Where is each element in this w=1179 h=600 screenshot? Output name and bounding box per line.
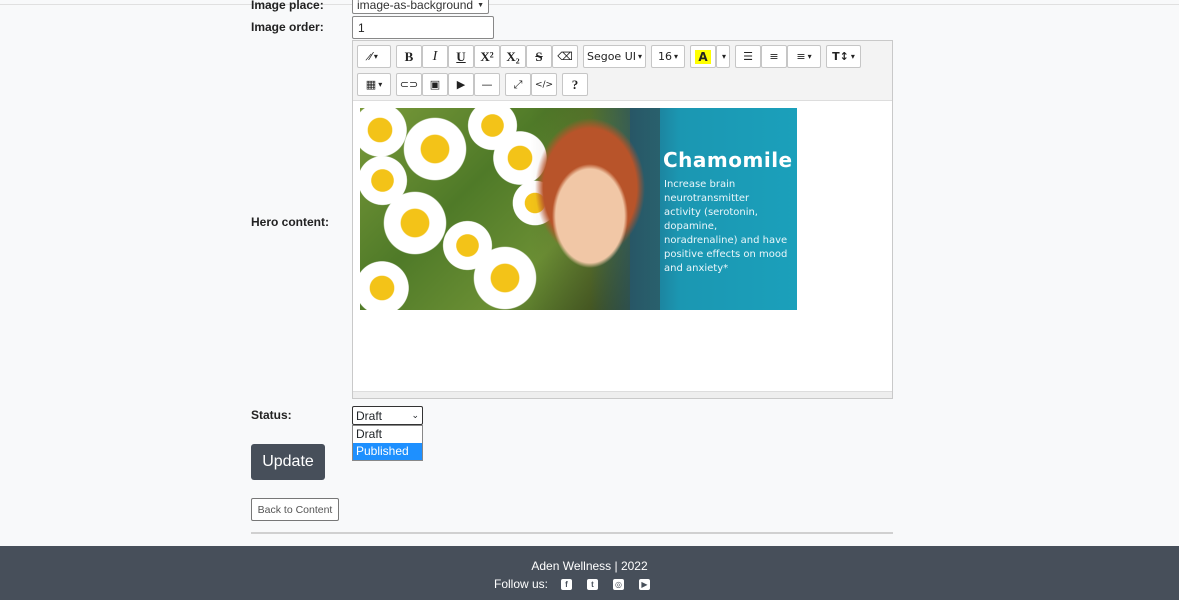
twitter-icon[interactable]: t (587, 579, 598, 590)
editor-toolbar: ⁄̷ B I U X² X₂ S ⌫ Segoe UI 16 A ☰ ≡ ≡ T… (353, 41, 892, 101)
youtube-icon[interactable]: ▶ (639, 579, 650, 590)
image-place-select[interactable]: image-as-background ▼ (352, 0, 489, 14)
line-height-icon: T↕ (832, 50, 849, 63)
highlight-color-button[interactable]: A (690, 45, 716, 68)
magic-wand-icon: ⁄̷ (370, 50, 372, 63)
highlight-icon: A (695, 49, 711, 64)
woman-portrait-graphic (530, 108, 660, 310)
image-icon: ▣ (429, 78, 441, 91)
font-family-dropdown[interactable]: Segoe UI (583, 45, 646, 68)
status-value: Draft (356, 408, 383, 423)
hero-content-label: Hero content: (251, 215, 329, 229)
fullscreen-icon: ⤢ (513, 77, 523, 91)
status-select[interactable]: Draft ⌄ (352, 406, 423, 425)
update-button[interactable]: Update (251, 444, 325, 480)
table-icon: ▦ (365, 78, 377, 91)
numbered-list-button[interactable]: ≡ (761, 45, 787, 68)
editor-content-area[interactable]: Chamomile Increase brain neurotransmitte… (353, 102, 892, 392)
status-option-published[interactable]: Published (353, 443, 422, 460)
editor-resize-bar[interactable] (353, 391, 892, 398)
rich-text-editor: ⁄̷ B I U X² X₂ S ⌫ Segoe UI 16 A ☰ ≡ ≡ T… (352, 40, 893, 399)
magic-wand-style-button[interactable]: ⁄̷ (357, 45, 391, 68)
image-place-label: Image place: (251, 0, 324, 12)
link-icon: ⊂⊃ (399, 78, 419, 91)
underline-button[interactable]: U (448, 45, 474, 68)
bold-button[interactable]: B (396, 45, 422, 68)
help-icon: ? (571, 76, 579, 92)
chevron-down-icon: ⌄ (411, 410, 419, 420)
font-size-value: 16 (657, 50, 672, 63)
numbered-list-icon: ≡ (769, 50, 779, 63)
video-button[interactable]: ▶ (448, 73, 474, 96)
footer-copyright: Aden Wellness | 2022 (531, 559, 648, 573)
caret-down-icon: ▼ (477, 1, 484, 9)
italic-icon: I (432, 48, 438, 64)
footer: Aden Wellness | 2022 Follow us: f t ◎ ▶ (0, 546, 1179, 600)
instagram-icon[interactable]: ◎ (613, 579, 624, 590)
top-border (0, 4, 1179, 5)
italic-button[interactable]: I (422, 45, 448, 68)
line-height-dropdown[interactable]: T↕ (826, 45, 861, 68)
image-order-input[interactable]: 1 (352, 16, 494, 39)
fullscreen-button[interactable]: ⤢ (505, 73, 531, 96)
image-order-label: Image order: (251, 20, 324, 34)
status-dropdown-list: Draft Published (352, 425, 423, 461)
status-option-draft[interactable]: Draft (353, 426, 422, 443)
image-place-value: image-as-background (357, 0, 474, 12)
subscript-button[interactable]: X₂ (500, 45, 526, 68)
hero-text: Increase brain neurotransmitter activity… (664, 179, 788, 274)
underline-icon: U (456, 48, 466, 64)
hero-title: Chamomile (663, 148, 793, 172)
eraser-button[interactable]: ⌫ (552, 45, 578, 68)
follow-us-label: Follow us: (494, 577, 549, 591)
back-to-content-button[interactable]: Back to Content (251, 498, 339, 521)
facebook-icon[interactable]: f (561, 579, 572, 590)
align-icon: ≡ (796, 50, 806, 63)
help-button[interactable]: ? (562, 73, 588, 96)
image-button[interactable]: ▣ (422, 73, 448, 96)
horizontal-rule-icon: — (481, 78, 493, 91)
bullet-list-button[interactable]: ☰ (735, 45, 761, 68)
bullet-list-icon: ☰ (743, 50, 753, 63)
link-button[interactable]: ⊂⊃ (396, 73, 422, 96)
divider (251, 532, 893, 534)
horizontal-rule-button[interactable]: — (474, 73, 500, 96)
video-icon: ▶ (456, 78, 466, 91)
code-view-button[interactable]: </> (531, 73, 557, 96)
status-label: Status: (251, 408, 292, 422)
table-dropdown[interactable]: ▦ (357, 73, 391, 96)
subscript-icon: X₂ (506, 48, 520, 64)
paragraph-align-dropdown[interactable]: ≡ (787, 45, 821, 68)
superscript-button[interactable]: X² (474, 45, 500, 68)
hero-image: Chamomile Increase brain neurotransmitte… (360, 108, 797, 310)
strikethrough-button[interactable]: S (526, 45, 552, 68)
font-size-dropdown[interactable]: 16 (651, 45, 685, 68)
highlight-color-dropdown[interactable] (716, 45, 730, 68)
bold-icon: B (404, 48, 414, 64)
code-icon: </> (534, 79, 554, 90)
superscript-icon: X² (480, 48, 494, 64)
font-family-value: Segoe UI (586, 50, 636, 63)
strikethrough-icon: S (535, 48, 543, 64)
eraser-icon: ⌫ (557, 50, 573, 63)
